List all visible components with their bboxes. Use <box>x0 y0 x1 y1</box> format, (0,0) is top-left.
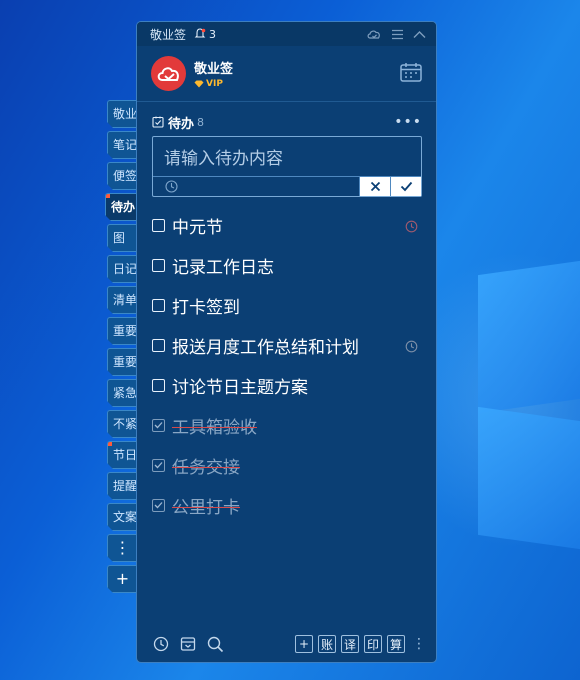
cloud-sync-icon[interactable] <box>366 28 382 40</box>
side-tab-festival[interactable]: 节日 <box>107 441 137 469</box>
more-tabs-button[interactable]: ⋮ <box>107 534 137 562</box>
side-tab-checklist[interactable]: 清单 <box>107 286 137 314</box>
notification-count: 3 <box>209 27 217 41</box>
todo-text[interactable]: 任务交接 <box>172 453 240 478</box>
todo-list: 中元节 记录工作日志 打卡签到 报送月度工作总结和计划 讨论节日主题方案 工具箱… <box>137 205 436 525</box>
add-tool-button[interactable]: + <box>295 635 313 653</box>
side-tab-memo[interactable]: 便签 <box>107 162 137 190</box>
todo-section-header: 待办 8 ••• <box>137 102 436 132</box>
todo-checkbox[interactable] <box>152 378 165 392</box>
history-clock-icon[interactable] <box>153 636 169 652</box>
side-tab-important-2[interactable]: 重要 <box>107 348 137 376</box>
todo-text[interactable]: 记录工作日志 <box>172 253 274 278</box>
menu-icon[interactable] <box>391 29 404 40</box>
todo-item-done[interactable]: 任务交接 <box>137 445 436 485</box>
todo-item-done[interactable]: 公里打卡 <box>137 485 436 525</box>
check-icon <box>154 462 163 469</box>
todo-checkbox[interactable] <box>152 258 165 272</box>
side-tab-not-urgent[interactable]: 不紧 <box>107 410 137 438</box>
diamond-icon <box>194 80 204 88</box>
todo-item[interactable]: 记录工作日志 <box>137 245 436 285</box>
translate-tool-button[interactable]: 译 <box>341 635 359 653</box>
todo-item[interactable]: 报送月度工作总结和计划 <box>137 325 436 365</box>
more-options-icon[interactable]: ••• <box>394 114 422 130</box>
calendar-icon[interactable] <box>400 62 422 86</box>
profile-header: 敬业签 VIP <box>137 46 436 102</box>
todo-checkbox-checked[interactable] <box>152 418 165 432</box>
side-tab-urgent[interactable]: 紧急 <box>107 379 137 407</box>
unread-dot <box>108 442 112 446</box>
todo-text[interactable]: 公里打卡 <box>172 493 240 518</box>
confirm-button[interactable] <box>390 177 421 196</box>
todo-check-icon <box>152 116 164 128</box>
collapse-icon[interactable] <box>413 30 426 39</box>
notification-bell[interactable]: 3 <box>194 28 216 41</box>
input-toolbar <box>153 176 421 196</box>
todo-checkbox[interactable] <box>152 338 165 352</box>
bell-icon <box>194 28 206 38</box>
todo-text[interactable]: 打卡签到 <box>172 293 240 318</box>
side-tab-todo[interactable]: 待办 <box>105 193 137 221</box>
section-count: 8 <box>197 115 205 129</box>
cloud-logo-icon <box>157 66 179 81</box>
todo-text[interactable]: 报送月度工作总结和计划 <box>172 333 359 358</box>
footer-more-icon[interactable]: ⋮ <box>412 636 426 652</box>
close-icon <box>370 181 380 192</box>
app-title: 敬业签 <box>150 27 187 42</box>
side-tab-diary[interactable]: 日记 <box>107 255 137 283</box>
alarm-clock-icon[interactable] <box>405 338 418 357</box>
unread-dot <box>106 194 110 198</box>
todo-item[interactable]: 中元节 <box>137 205 436 245</box>
todo-item[interactable]: 讨论节日主题方案 <box>137 365 436 405</box>
todo-checkbox[interactable] <box>152 218 165 232</box>
windows-logo-pane-top <box>478 260 580 414</box>
cancel-button[interactable] <box>359 177 390 196</box>
windows-logo-pane-bottom <box>478 406 580 550</box>
calculator-tool-button[interactable]: 算 <box>387 635 405 653</box>
vip-badge: VIP <box>194 79 233 89</box>
todo-checkbox-checked[interactable] <box>152 458 165 472</box>
check-icon <box>400 181 412 192</box>
search-icon[interactable] <box>207 636 224 653</box>
todo-item[interactable]: 打卡签到 <box>137 285 436 325</box>
section-label: 待办 <box>168 116 195 132</box>
check-icon <box>154 502 163 509</box>
add-tab-button[interactable]: + <box>107 565 137 593</box>
todo-checkbox[interactable] <box>152 298 165 312</box>
todo-input-box[interactable]: 请输入待办内容 <box>152 136 422 197</box>
side-tab-jingye[interactable]: 敬业 <box>107 100 137 128</box>
side-tab-copywriting[interactable]: 文案 <box>107 503 137 531</box>
print-tool-button[interactable]: 印 <box>364 635 382 653</box>
archive-icon[interactable] <box>180 636 196 652</box>
profile-name: 敬业签 <box>194 62 234 77</box>
todo-text[interactable]: 工具箱验收 <box>172 413 257 438</box>
todo-text[interactable]: 讨论节日主题方案 <box>172 373 308 398</box>
todo-item-done[interactable]: 工具箱验收 <box>137 405 436 445</box>
side-tab-important-1[interactable]: 重要 <box>107 317 137 345</box>
side-tab-reminder[interactable]: 提醒 <box>107 472 137 500</box>
avatar[interactable] <box>151 56 186 91</box>
todo-checkbox-checked[interactable] <box>152 498 165 512</box>
footer-toolbar: + 账 译 印 算 ⋮ <box>137 626 436 662</box>
todo-input-placeholder[interactable]: 请输入待办内容 <box>164 144 283 169</box>
todo-text[interactable]: 中元节 <box>172 213 223 238</box>
reminder-clock-icon[interactable] <box>153 177 359 196</box>
main-panel: 敬业签 3 敬业签 VIP 待办 8 ••• 请输入待办内容 中元节 记录工作日… <box>136 21 437 663</box>
side-tab-notes[interactable]: 笔记 <box>107 131 137 159</box>
check-icon <box>154 422 163 429</box>
accounting-tool-button[interactable]: 账 <box>318 635 336 653</box>
titlebar: 敬业签 3 <box>137 22 436 46</box>
alarm-clock-icon[interactable] <box>405 218 418 237</box>
side-tab-image[interactable]: 图 <box>107 224 137 252</box>
